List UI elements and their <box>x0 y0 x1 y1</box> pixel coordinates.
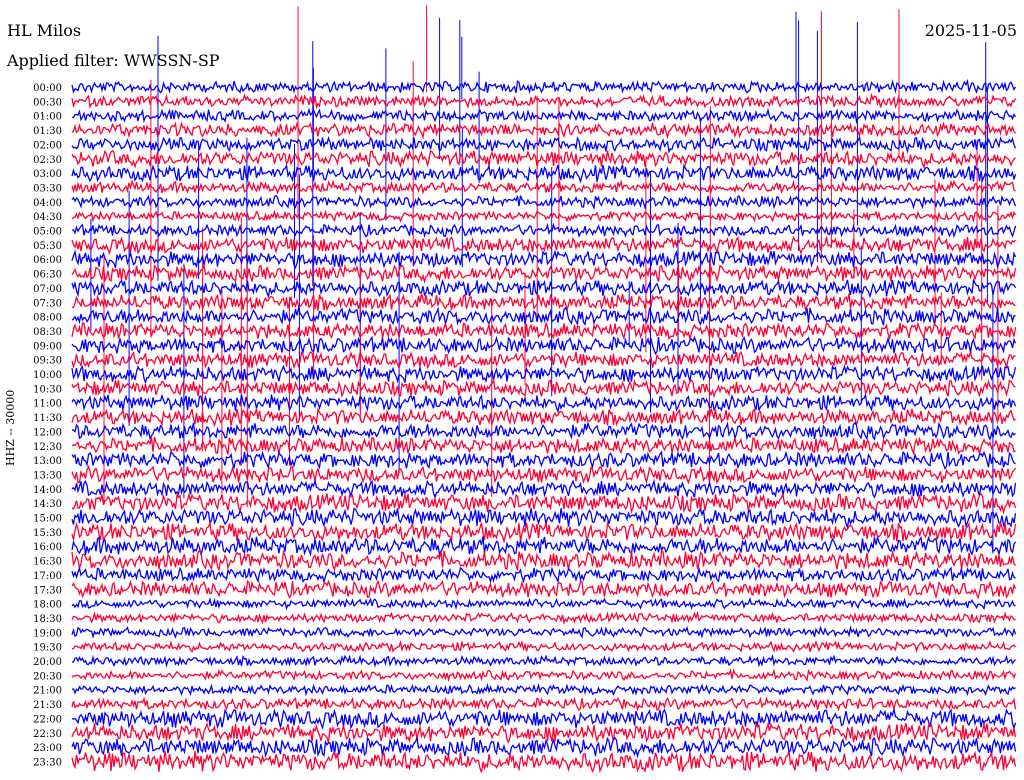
time-label: 19:00 <box>33 628 62 639</box>
time-label: 11:00 <box>33 399 62 410</box>
time-label: 16:00 <box>33 542 62 553</box>
time-label: 22:30 <box>33 729 62 740</box>
time-label: 18:30 <box>33 614 62 625</box>
trace-row <box>71 350 1016 370</box>
time-label: 03:30 <box>33 183 62 194</box>
time-label: 07:00 <box>33 284 62 295</box>
time-label: 23:00 <box>33 743 62 754</box>
trace-row <box>71 92 1017 110</box>
time-label: 10:00 <box>33 370 62 381</box>
time-label: 01:30 <box>33 126 62 137</box>
trace-rows <box>71 78 1017 774</box>
time-label: 11:30 <box>33 413 62 424</box>
trace-row <box>71 450 1016 471</box>
trace-row <box>71 579 1017 600</box>
trace-row <box>71 222 1017 239</box>
trace-row <box>71 750 1017 774</box>
time-label: 17:00 <box>33 571 62 582</box>
time-label: 02:30 <box>33 155 62 166</box>
trace-row <box>71 249 1017 269</box>
time-label: 09:30 <box>33 356 62 367</box>
trace-row <box>71 639 1017 653</box>
time-label: 00:30 <box>33 97 62 108</box>
trace-row <box>71 696 1017 712</box>
trace-row <box>71 407 1016 428</box>
trace-row <box>71 596 1016 611</box>
time-label: 14:30 <box>33 499 62 510</box>
trace-row <box>71 149 1016 170</box>
time-label: 04:00 <box>33 198 62 209</box>
time-label: 05:00 <box>33 227 62 238</box>
trace-row <box>72 653 1016 668</box>
trace-row <box>71 107 1017 124</box>
time-label: 09:00 <box>33 341 62 352</box>
trace-row <box>71 721 1017 744</box>
trace-row <box>71 435 1016 456</box>
time-label: 12:00 <box>33 427 62 438</box>
trace-row <box>71 209 1017 223</box>
trace-row <box>71 179 1016 195</box>
time-label: 04:30 <box>33 212 62 223</box>
time-label: 14:00 <box>33 485 62 496</box>
trace-row <box>71 736 1017 759</box>
trace-row <box>71 121 1016 140</box>
trace-row <box>71 363 1017 385</box>
time-label: 16:30 <box>33 557 62 568</box>
trace-row <box>71 464 1017 485</box>
seismogram-plot: 00:00 00:30 01:00 01:30 02:00 02:30 03:00 03:30… <box>33 5 1017 774</box>
time-label: 20:30 <box>33 671 62 682</box>
time-label: 15:30 <box>33 528 62 539</box>
time-label: 08:00 <box>33 313 62 324</box>
time-label: 20:00 <box>33 657 62 668</box>
trace-row <box>71 293 1016 313</box>
time-label: 21:00 <box>33 686 62 697</box>
time-label: 10:30 <box>33 384 62 395</box>
time-label: 21:30 <box>33 700 62 711</box>
time-label: 18:00 <box>33 600 62 611</box>
trace-row <box>71 306 1016 327</box>
trace-row <box>71 507 1017 530</box>
time-label: 00:00 <box>33 83 62 94</box>
trace-row <box>71 194 1017 211</box>
trace-row <box>71 420 1016 441</box>
trace-row <box>71 625 1017 639</box>
time-label: 06:30 <box>33 270 62 281</box>
trace-row <box>71 682 1016 697</box>
trace-row <box>71 335 1017 356</box>
trace-row <box>71 235 1016 256</box>
time-label: 12:30 <box>33 442 62 453</box>
trace-row <box>71 610 1016 625</box>
trace-row <box>71 321 1017 341</box>
time-label: 17:30 <box>33 585 62 596</box>
trace-row <box>71 163 1017 184</box>
time-label: 13:00 <box>33 456 62 467</box>
trace-row <box>71 708 1017 731</box>
time-label: 05:30 <box>33 241 62 252</box>
trace-row <box>71 478 1017 500</box>
trace-row <box>71 135 1017 154</box>
time-label: 07:30 <box>33 298 62 309</box>
time-label: 22:00 <box>33 714 62 725</box>
trace-row <box>71 262 1017 284</box>
time-label: 13:30 <box>33 470 62 481</box>
time-label: 02:00 <box>33 140 62 151</box>
trace-row <box>71 78 1017 95</box>
time-label: 01:00 <box>33 112 62 123</box>
time-labels: 00:00 00:30 01:00 01:30 02:00 02:30 03:00 03:30… <box>33 83 62 768</box>
trace-row <box>71 549 1017 572</box>
time-label: 03:00 <box>33 169 62 180</box>
trace-row <box>71 566 1016 585</box>
time-label: 23:30 <box>33 757 62 768</box>
time-label: 08:30 <box>33 327 62 338</box>
trace-row <box>71 278 1017 299</box>
trace-row <box>71 535 1017 557</box>
trace-row <box>71 377 1016 399</box>
time-label: 19:30 <box>33 643 62 654</box>
trace-row <box>71 393 1017 414</box>
time-label: 06:00 <box>33 255 62 266</box>
time-label: 15:00 <box>33 514 62 525</box>
trace-row <box>71 668 1017 683</box>
